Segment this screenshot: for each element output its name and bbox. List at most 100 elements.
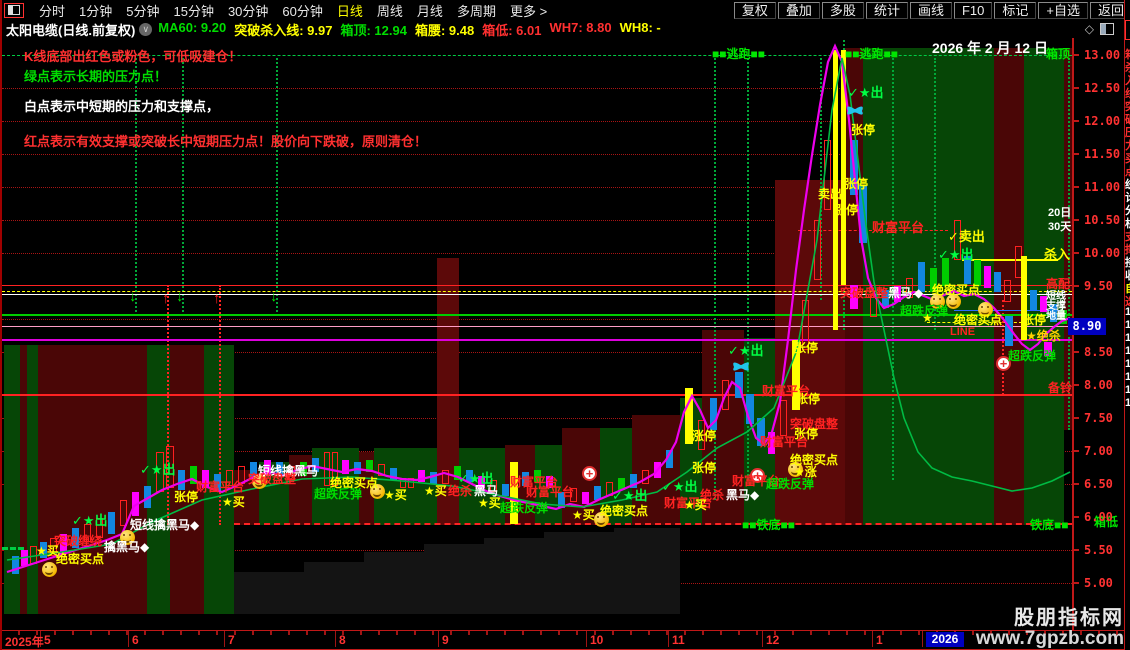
indicator-field: MA60: 9.20 — [158, 19, 227, 35]
toolbar-button[interactable]: F10 — [953, 1, 993, 19]
y-axis-tick — [1072, 219, 1079, 221]
chart-label: 绝密买点 — [954, 313, 1003, 327]
annotation-note: 红点表示有效支撑或突破长中短期压力点！股价向下跌破，原则清仓！ — [24, 134, 428, 149]
toolbar-button[interactable]: 画线 — [909, 1, 952, 19]
chart-label: 短线擒黑马◆ — [130, 518, 200, 532]
chart-label: ★买 — [222, 495, 245, 509]
y-axis-tick — [1072, 417, 1079, 419]
x-axis-month-label: 6 — [132, 633, 139, 647]
tab-period-5[interactable]: 30分钟 — [228, 1, 268, 20]
chart-label: 黑马 — [888, 286, 913, 300]
chart-label: 2026 年 2 月 12 日 — [932, 40, 1048, 56]
chart-label: 突破盘整 — [248, 472, 297, 486]
chart-label: 超跌反弹 — [766, 477, 815, 491]
chart-label: 张停 — [794, 341, 819, 355]
tab-period-11[interactable]: 更多 > — [510, 1, 547, 20]
y-axis-tick — [1072, 285, 1079, 287]
tab-period-7[interactable]: 日线 — [337, 1, 363, 20]
right-strip-glyph: 1 — [1125, 358, 1130, 370]
chart-label: 卖出 — [818, 187, 843, 201]
chart-label: 张停 — [851, 123, 876, 137]
chevron-down-icon[interactable]: ∨ — [139, 22, 153, 36]
y-axis-tick — [1072, 186, 1079, 188]
y-axis-tick — [1072, 252, 1079, 254]
right-strip-glyph: 1 — [1125, 306, 1130, 318]
signal-arrow-down: ↓ — [176, 288, 184, 305]
toolbar-button[interactable]: 叠加 — [777, 1, 820, 19]
y-axis — [1072, 38, 1074, 650]
tab-period-6[interactable]: 60分钟 — [282, 1, 322, 20]
annotation-note: 白点表示中短期的压力和支撑点， — [24, 99, 220, 114]
right-strip-glyph: 1 — [1125, 345, 1130, 357]
y-axis-label: 10.50 — [1084, 213, 1121, 227]
x-axis-separator — [762, 631, 763, 647]
chart-label: 黑马 — [474, 484, 499, 498]
tab-period-8[interactable]: 周线 — [377, 1, 403, 20]
x-axis-separator — [586, 631, 587, 647]
toolbar-button[interactable]: 多股 — [821, 1, 864, 19]
chart-label: ★买 — [684, 498, 707, 512]
y-axis-tick — [1072, 54, 1079, 56]
indicator-field: 箱顶: 12.94 — [340, 22, 407, 38]
signal-arrow-up: ↑ — [213, 290, 221, 307]
clipped-box — [1125, 20, 1130, 40]
y-axis-tick — [1072, 120, 1079, 122]
y-axis-label: 11.00 — [1084, 180, 1121, 194]
signal-arrow-down: ↓ — [129, 288, 137, 305]
tab-period-4[interactable]: 15分钟 — [173, 1, 213, 20]
y-axis-label: 10.00 — [1084, 246, 1121, 260]
tab-period-3[interactable]: 5分钟 — [126, 1, 159, 20]
smiley-icon — [42, 562, 57, 577]
x-axis-month-label: 12 — [766, 633, 780, 647]
y-axis-tick — [1072, 582, 1079, 584]
chart-label: ★买 — [424, 484, 447, 498]
toolbar-button[interactable]: 统计 — [865, 1, 908, 19]
window-icon[interactable] — [4, 2, 24, 18]
tab-period-1[interactable]: 分时 — [39, 1, 65, 20]
toolbar-button[interactable]: 复权 — [733, 1, 776, 19]
butterfly-icon — [846, 104, 864, 118]
y-axis-label: 9.50 — [1084, 279, 1113, 293]
y-axis-label: 6.50 — [1084, 477, 1113, 491]
toolbar-button[interactable]: +自选 — [1038, 1, 1088, 19]
y-axis-label: 6.00 — [1084, 510, 1113, 524]
chart-label: 张停 — [1022, 313, 1047, 327]
chart-label: 涨停 — [834, 203, 859, 217]
y-axis-label: 11.50 — [1084, 147, 1121, 161]
x-axis-separator — [668, 631, 669, 647]
watermark-site-name: 股朋指标网 — [1014, 607, 1124, 630]
y-axis-label: 12.00 — [1084, 114, 1121, 128]
title-bar-icons: ◇ — [1085, 22, 1114, 36]
chart-label: LINE — [950, 326, 976, 338]
chart-label: 张停 — [174, 490, 199, 504]
chart-label: 绝密买点 — [56, 552, 105, 566]
chart-label: 黑马◆ — [726, 488, 760, 502]
chart-label: ✓★出 — [728, 343, 764, 358]
indicator-field: 箱腰: 9.48 — [414, 22, 475, 38]
trading-app-window: + + + ↓ ↑ ↓ ↑ ↓ K线底部出红色或粉色，可低吸建仓！ 绿点表示长期的压力点！ 白点表示… — [0, 0, 1130, 650]
indicator-field: WH7: 8.80 — [549, 19, 612, 35]
tab-period-9[interactable]: 月线 — [417, 1, 443, 20]
diamond-icon[interactable]: ◇ — [1085, 22, 1094, 36]
right-strip-glyph: 1 — [1125, 319, 1130, 331]
chart-label: ★买 — [572, 508, 595, 522]
current-price-badge: 8.90 — [1068, 318, 1106, 335]
watermark-url: www.7gpzb.com — [975, 628, 1124, 650]
toolbar-button[interactable]: 标记 — [994, 1, 1037, 19]
annotation-note: 绿点表示长期的压力点！ — [24, 69, 168, 84]
chart-label: 涨停 — [692, 429, 717, 443]
split-square-icon[interactable] — [1100, 23, 1114, 35]
right-strip-glyph: 1 — [1125, 332, 1130, 344]
chart-label: 杀入 — [1044, 247, 1071, 262]
indicator-field: 箱低: 6.01 — [482, 22, 542, 38]
right-clipped-panel: 箱杀入线突破压力买点统计分析支撑接收自选11111111 — [1124, 0, 1130, 650]
chart-label: ■■逃跑■■ — [712, 47, 765, 61]
chart-label: 财富平台 — [872, 220, 925, 235]
tab-period-10[interactable]: 多周期 — [457, 1, 496, 20]
tab-period-2[interactable]: 1分钟 — [79, 1, 112, 20]
chart-label: 绝杀 — [448, 484, 473, 498]
title-bar: 太阳电缆(日线.前复权) ∨ MA60: 9.20 突破杀入线: 9.97 箱顶: … — [2, 20, 1124, 38]
x-axis-month-label: 5 — [44, 633, 51, 647]
chart-label: ■■铁底■■ — [742, 518, 795, 532]
chart-label: ★绝杀 — [1026, 329, 1061, 343]
